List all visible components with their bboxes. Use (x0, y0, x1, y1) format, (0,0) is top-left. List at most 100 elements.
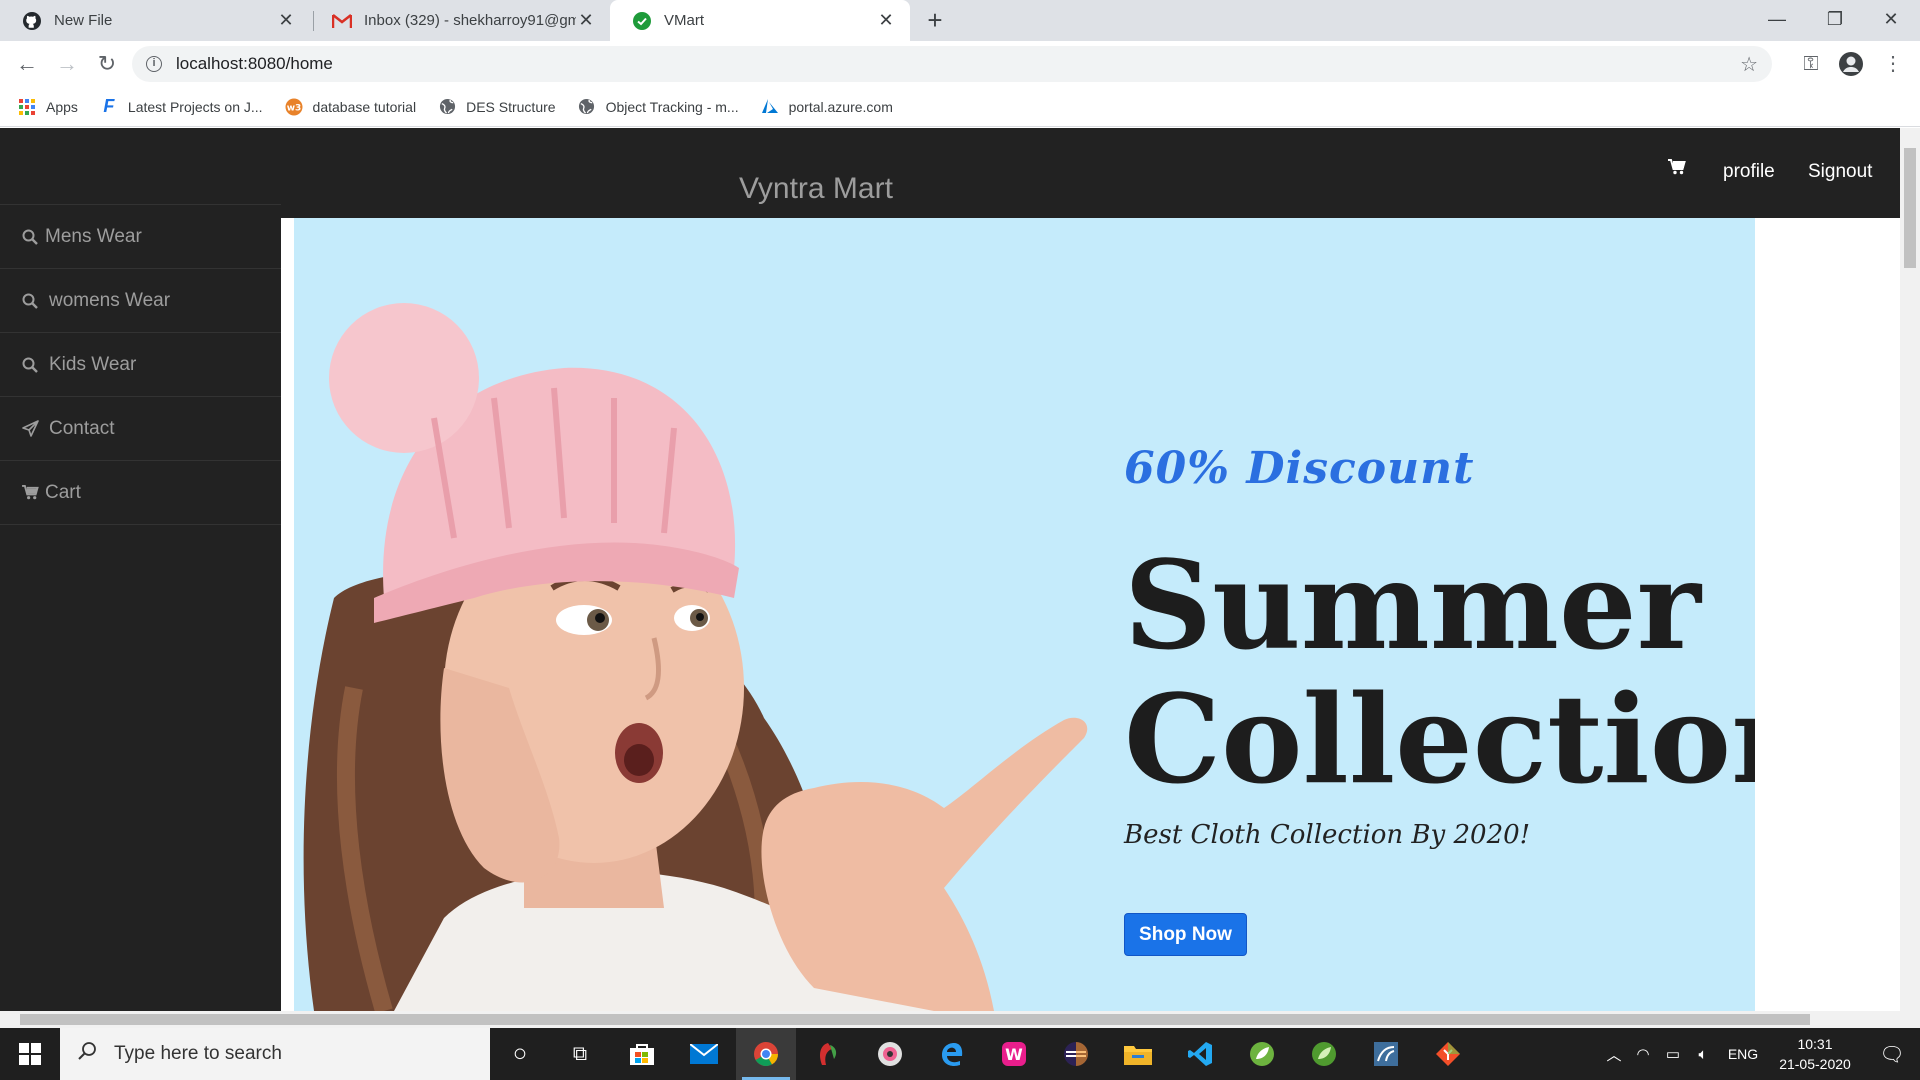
close-tab-icon[interactable]: ✕ (876, 10, 896, 31)
menu-kebab-icon[interactable]: ⋮ (1880, 51, 1906, 77)
browser-toolbar: ← → ↻ i localhost:8080/home ☆ ⚿ ⋮ (0, 41, 1920, 87)
taskbar-search-input[interactable]: Type here to search (60, 1028, 490, 1080)
f-logo-icon: F (103, 96, 115, 116)
shop-now-button[interactable]: Shop Now (1124, 913, 1247, 956)
bookmark-azure-portal[interactable]: portal.azure.com (761, 98, 893, 116)
file-explorer-icon[interactable] (1108, 1028, 1168, 1080)
bookmark-label: Latest Projects on J... (127, 98, 263, 115)
close-window-button[interactable]: ✕ (1862, 0, 1920, 41)
discount-tagline: 60% Discount (1124, 443, 1475, 494)
mysql-workbench-icon[interactable] (1356, 1028, 1416, 1080)
close-tab-icon[interactable]: ✕ (276, 10, 296, 31)
search-icon (20, 229, 40, 245)
back-icon[interactable]: ← (12, 49, 42, 79)
edge-icon[interactable] (922, 1028, 982, 1080)
reload-icon[interactable]: ↻ (92, 49, 122, 79)
windows-logo-icon (19, 1043, 41, 1065)
hero-banner: 60% Discount Summer Collection Best Clot… (294, 218, 1755, 1011)
tab-new-file[interactable]: New File ✕ (0, 0, 310, 41)
tab-vmart[interactable]: VMart ✕ (610, 0, 910, 41)
w3-icon: w3 (285, 98, 303, 116)
globe-icon (578, 98, 596, 116)
wamp-icon[interactable]: W (984, 1028, 1044, 1080)
bookmark-label: Apps (46, 98, 78, 115)
bookmark-star-icon[interactable]: ☆ (1740, 52, 1758, 77)
check-circle-icon (632, 11, 652, 31)
browser-tab-strip: New File ✕ Inbox (329) - shekharroy91@gm… (0, 0, 1920, 41)
windows-start-button[interactable] (0, 1028, 60, 1080)
bookmark-database-tutorial[interactable]: w3 database tutorial (285, 98, 417, 116)
mail-icon[interactable] (674, 1028, 734, 1080)
gmail-icon (332, 11, 352, 31)
profile-link[interactable]: profile (1723, 161, 1775, 183)
sidebar-item-cart[interactable]: Cart (0, 461, 281, 525)
headline-line2: Collection (1124, 667, 1755, 811)
minimize-button[interactable]: — (1748, 0, 1806, 41)
signout-link[interactable]: Signout (1808, 161, 1872, 183)
wifi-icon[interactable]: ◠ (1628, 1045, 1658, 1063)
site-navbar: Vyntra Mart profile Signout (0, 128, 1900, 218)
bookmark-object-tracking[interactable]: Object Tracking - m... (578, 98, 739, 116)
eclipse-icon[interactable] (1046, 1028, 1106, 1080)
tab-title: Inbox (329) - shekharroy91@gm... (364, 12, 576, 29)
close-tab-icon[interactable]: ✕ (576, 10, 596, 31)
clock-time: 10:31 (1797, 1036, 1833, 1052)
task-view-icon[interactable]: ⧉ (550, 1028, 610, 1080)
restore-button[interactable]: ❐ (1806, 0, 1864, 41)
app-parrot-icon[interactable] (798, 1028, 858, 1080)
sidebar-item-label: Cart (45, 481, 81, 503)
bookmark-label: DES Structure (466, 98, 556, 115)
notifications-icon[interactable]: 🗨︎ (1864, 1028, 1920, 1080)
azure-icon (761, 98, 779, 116)
system-tray: ︿ ◠ ▭ 🔈︎ ENG (1600, 1028, 1768, 1080)
sidebar-item-kids-wear[interactable]: Kids Wear (0, 333, 281, 397)
chrome-icon[interactable] (736, 1028, 796, 1080)
sidebar-item-contact[interactable]: Contact (0, 397, 281, 461)
sidebar-item-womens-wear[interactable]: womens Wear (0, 269, 281, 333)
store-icon[interactable] (612, 1028, 672, 1080)
taskbar-clock[interactable]: 10:31 21-05-2020 (1770, 1034, 1860, 1074)
git-icon[interactable] (1418, 1028, 1478, 1080)
spring-tool-icon[interactable] (1232, 1028, 1292, 1080)
cart-icon (20, 485, 40, 500)
tab-inbox[interactable]: Inbox (329) - shekharroy91@gm... ✕ (310, 0, 610, 41)
sidebar-item-label: Contact (49, 417, 115, 439)
address-bar[interactable]: i localhost:8080/home ☆ (132, 46, 1772, 82)
key-icon[interactable]: ⚿ (1798, 51, 1824, 77)
cart-icon[interactable] (1668, 158, 1686, 181)
bookmark-apps[interactable]: Apps (18, 98, 78, 116)
vscode-icon[interactable] (1170, 1028, 1230, 1080)
bookmark-label: portal.azure.com (788, 98, 893, 115)
sidebar-item-label: Kids Wear (49, 353, 137, 375)
bookmark-des-structure[interactable]: DES Structure (438, 98, 556, 116)
hero-headline: Summer Collection (1124, 538, 1755, 806)
bookmark-latest-projects[interactable]: F Latest Projects on J... (100, 96, 263, 116)
scrollbar-thumb[interactable] (1904, 148, 1916, 268)
horizontal-scrollbar[interactable] (0, 1011, 1920, 1028)
cortana-icon[interactable]: ○ (490, 1028, 550, 1080)
bookmark-label: database tutorial (312, 98, 417, 115)
battery-icon[interactable]: ▭ (1658, 1045, 1688, 1063)
scrollbar-thumb[interactable] (20, 1014, 1810, 1025)
search-icon (20, 293, 40, 309)
avatar[interactable] (1838, 51, 1864, 77)
hero-subtitle: Best Cloth Collection By 2020! (1124, 820, 1531, 850)
new-tab-button[interactable]: + (920, 6, 950, 36)
chevron-up-icon[interactable]: ︿ (1600, 1044, 1628, 1065)
site-brand[interactable]: Vyntra Mart (739, 172, 893, 206)
spring-boot-icon[interactable] (1294, 1028, 1354, 1080)
bookmarks-bar: Apps F Latest Projects on J... w3 databa… (0, 87, 1920, 127)
search-icon (20, 357, 40, 373)
sidebar-item-mens-wear[interactable]: Mens Wear (0, 205, 281, 269)
sidebar: Mens Wear womens Wear Kids Wear Contact … (0, 204, 281, 1011)
sidebar-item-label: womens Wear (49, 289, 171, 311)
volume-icon[interactable]: 🔈︎ (1688, 1046, 1718, 1063)
vertical-scrollbar[interactable] (1900, 128, 1920, 1011)
info-icon[interactable]: i (146, 56, 162, 72)
send-icon (20, 420, 40, 437)
language-indicator[interactable]: ENG (1718, 1046, 1768, 1062)
globe-icon (438, 98, 456, 116)
forward-icon[interactable]: → (52, 49, 82, 79)
url-text: localhost:8080/home (176, 54, 333, 73)
media-player-icon[interactable] (860, 1028, 920, 1080)
